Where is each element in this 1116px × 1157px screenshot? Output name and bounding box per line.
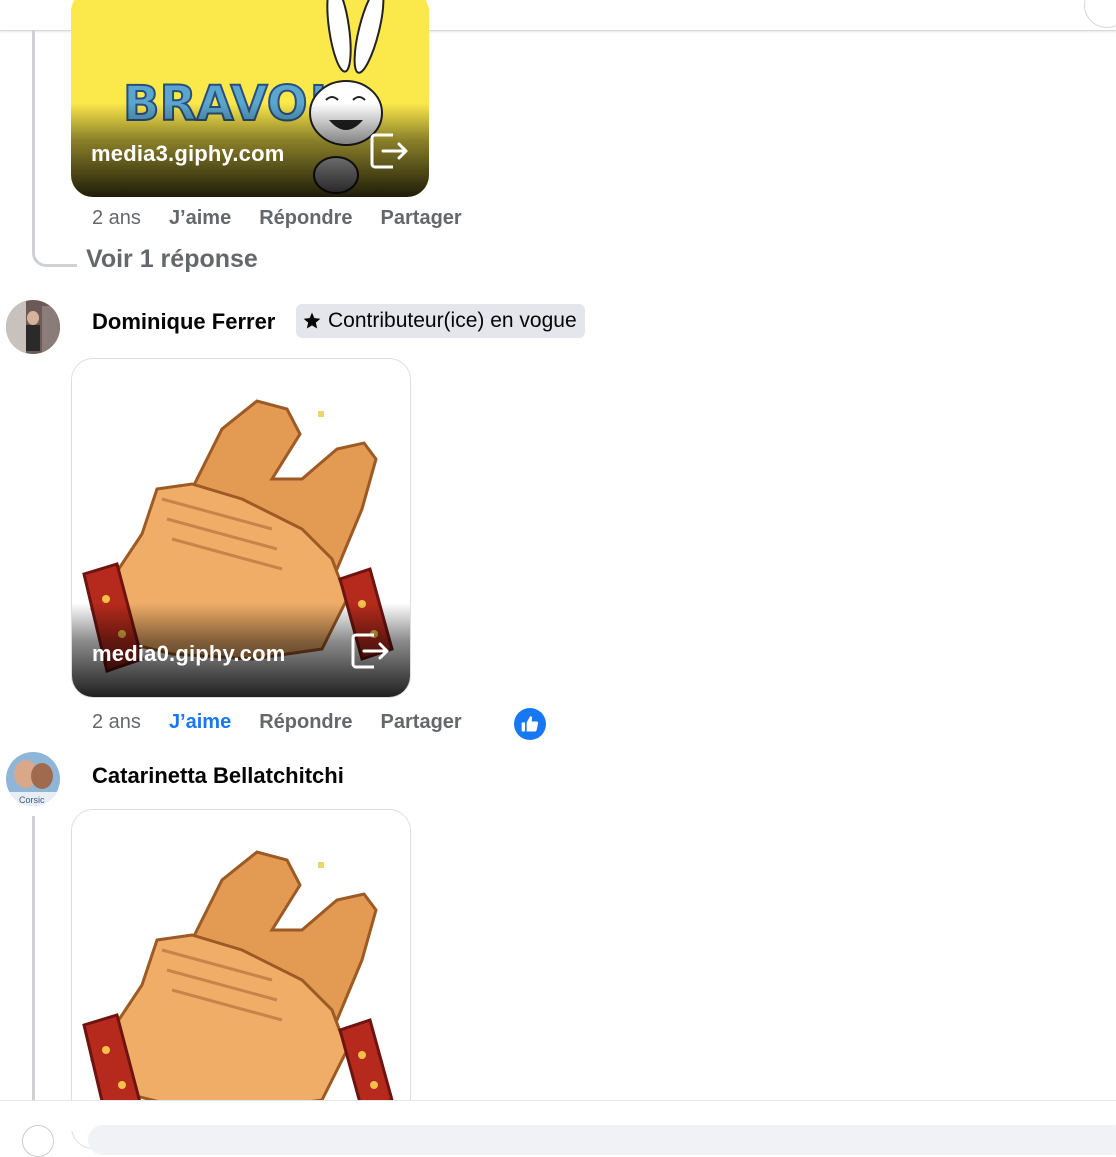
avatar[interactable] [6, 300, 60, 354]
status-badge: Contributeur(ice) en vogue [296, 304, 585, 338]
like-button[interactable]: J’aime [169, 711, 231, 734]
gif-attachment[interactable]: media0.giphy.com [71, 358, 411, 698]
comment-timestamp[interactable]: 2 ans [92, 711, 141, 734]
svg-text:Corsic: Corsic [19, 795, 45, 805]
share-button[interactable]: Partager [381, 711, 462, 734]
reply-button[interactable]: Répondre [259, 207, 352, 230]
gif-domain: media0.giphy.com [92, 641, 286, 666]
gif-attachment[interactable] [71, 809, 411, 1149]
comment-author[interactable]: Catarinetta Bellatchitchi [92, 763, 344, 789]
clapping-hands-gif-image [72, 810, 410, 1148]
thumbs-up-icon [521, 716, 539, 732]
like-button[interactable]: J’aime [169, 207, 231, 230]
gif-domain: media3.giphy.com [91, 141, 285, 166]
comment-actions: 2 ans J’aime Répondre Partager [92, 207, 490, 230]
view-replies-link[interactable]: Voir 1 réponse [86, 245, 258, 274]
avatar[interactable]: Corsic [6, 752, 60, 806]
gif-attachment[interactable]: BRAVO! media3.giphy.com [71, 0, 429, 197]
comment-author[interactable]: Dominique Ferrer [92, 309, 275, 335]
badge-label: Contributeur(ice) en vogue [328, 309, 577, 332]
external-link-icon[interactable] [350, 629, 390, 673]
external-link-icon[interactable] [369, 129, 409, 173]
comment-actions: 2 ans J’aime Répondre Partager [92, 711, 490, 734]
comment-timestamp[interactable]: 2 ans [92, 207, 141, 230]
reply-button[interactable]: Répondre [259, 711, 352, 734]
thread-line [32, 816, 35, 1106]
comment-composer-bar [0, 1100, 1116, 1157]
thread-line [32, 30, 35, 236]
close-button[interactable] [1084, 0, 1116, 28]
thread-connector [32, 232, 77, 267]
like-reaction-icon[interactable] [514, 708, 546, 740]
star-icon [303, 312, 321, 329]
share-button[interactable]: Partager [381, 207, 462, 230]
